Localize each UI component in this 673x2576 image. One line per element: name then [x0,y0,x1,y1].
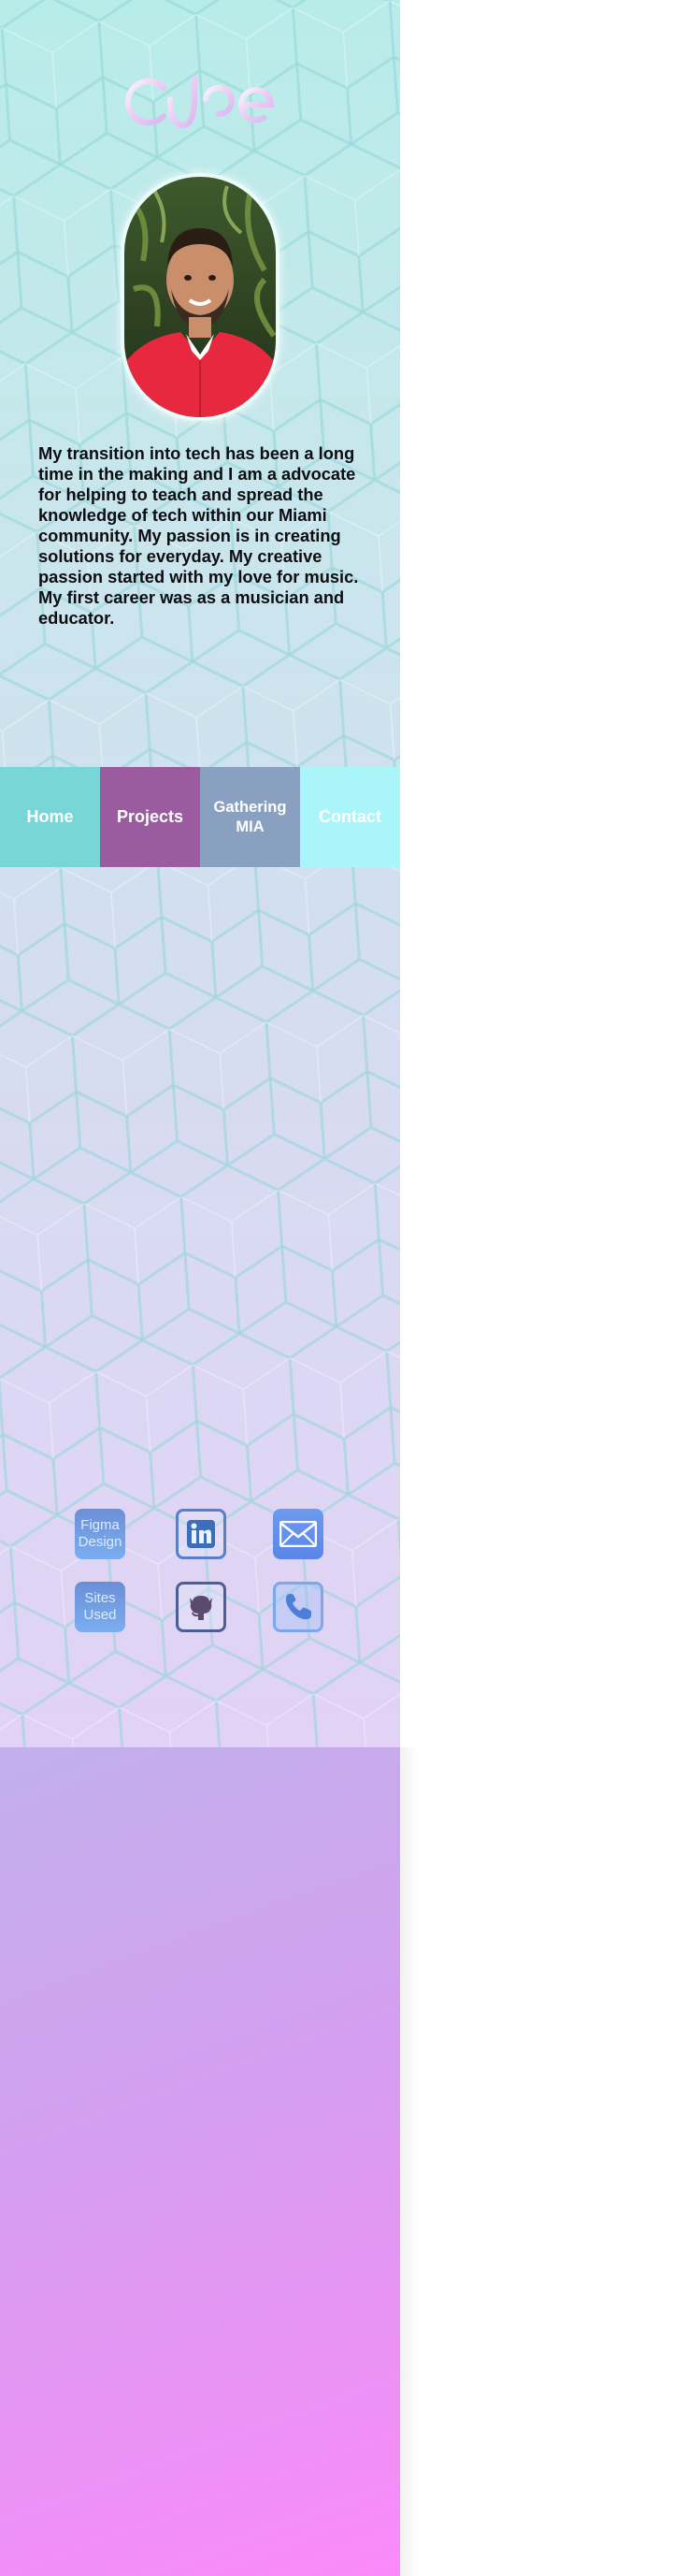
page-edge-shadow [400,1747,419,2576]
portrait-photo [124,177,276,417]
mail-icon [279,1521,317,1547]
nav-contact-button[interactable]: Contact [300,767,400,867]
portrait-frame [121,173,279,421]
sites-used-link[interactable]: Sites Used [75,1582,125,1632]
page: djube [0,0,400,2576]
github-icon [190,1596,212,1620]
hero-section: djube [0,0,400,1747]
email-link[interactable] [273,1509,323,1559]
github-link[interactable] [176,1582,226,1632]
portrait-illustration [124,177,276,417]
figma-design-link[interactable]: Figma Design [75,1509,125,1559]
linkedin-link[interactable] [176,1509,226,1559]
nav-gathering-mia-button[interactable]: Gathering MIA [200,767,300,867]
nav-projects-button[interactable]: Projects [100,767,200,867]
links-grid: Figma Design Sites Used [73,1509,335,1645]
phone-icon [285,1594,311,1620]
phone-link[interactable] [273,1582,323,1632]
main-nav: Home Projects Gathering MIA Contact [0,767,400,867]
brand-logo[interactable]: djube [112,41,280,144]
footer-gradient-section [0,1747,400,2576]
bio-text: My transition into tech has been a long … [38,443,359,628]
linkedin-icon [187,1520,215,1548]
nav-home-button[interactable]: Home [0,767,100,867]
